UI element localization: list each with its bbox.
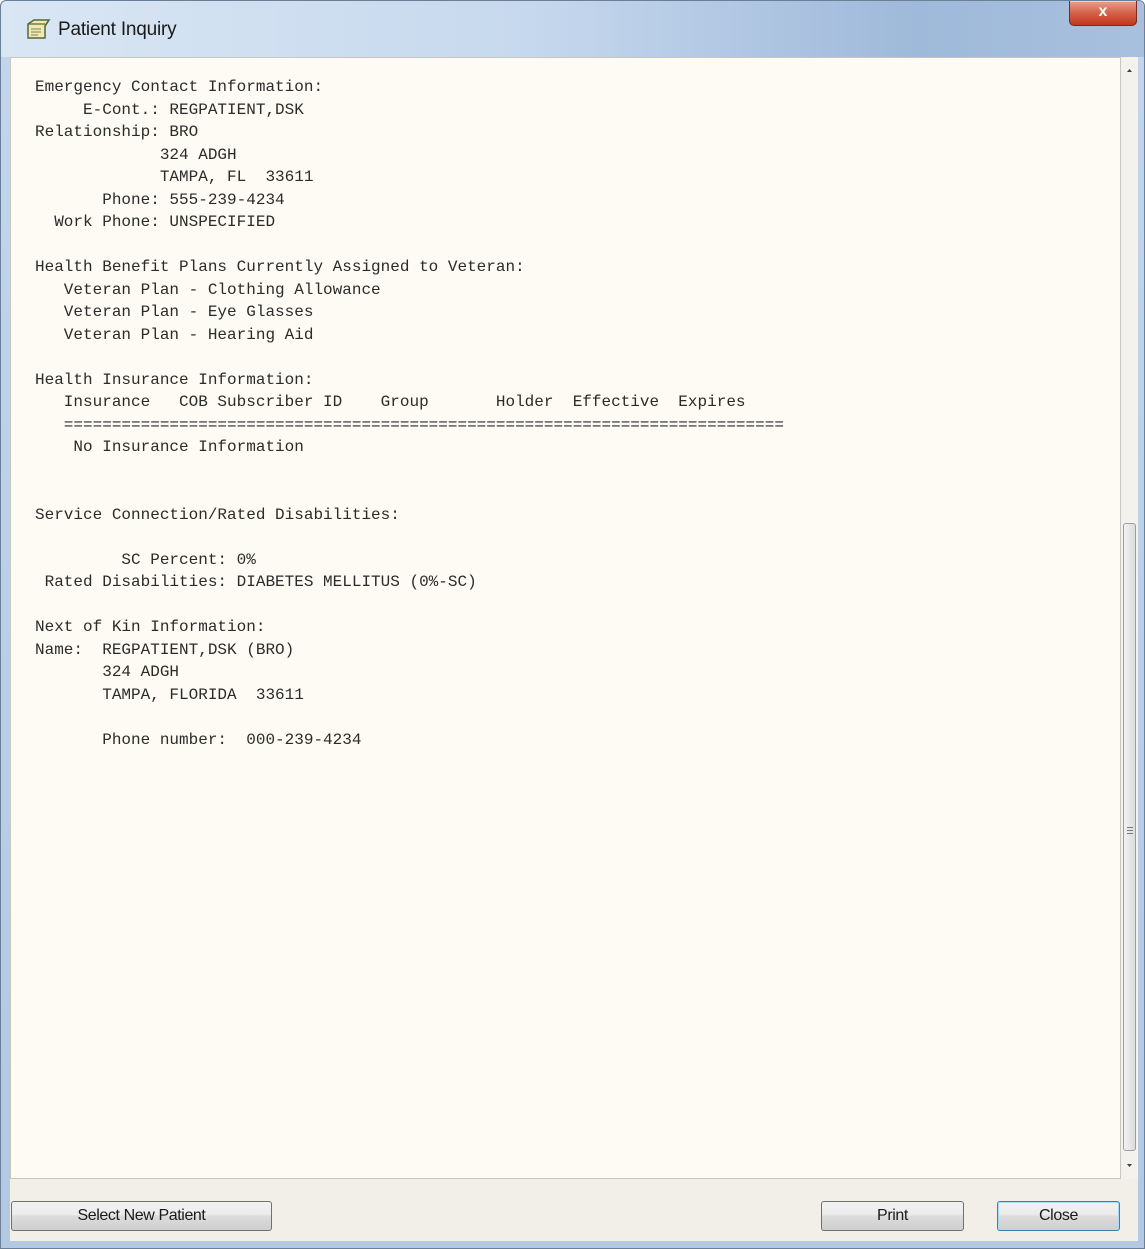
emergency-contact-header: Emergency Contact Information: xyxy=(35,78,324,96)
rated-disabilities: Rated Disabilities: DIABETES MELLITUS (0… xyxy=(35,573,477,591)
title-bar[interactable]: Patient Inquiry x xyxy=(1,1,1144,57)
vertical-scrollbar[interactable] xyxy=(1121,57,1138,1179)
emergency-contact-work-phone: Work Phone: UNSPECIFIED xyxy=(35,213,276,231)
next-of-kin-address-line1: 324 ADGH xyxy=(35,663,180,681)
emergency-contact-address-line1: 324 ADGH xyxy=(35,145,237,164)
next-of-kin-phone: Phone number: 000-239-4234 xyxy=(35,730,362,749)
no-insurance-message: No Insurance Information xyxy=(35,438,304,456)
health-benefit-plans-header: Health Benefit Plans Currently Assigned … xyxy=(35,258,525,276)
service-connection-header: Service Connection/Rated Disabilities: xyxy=(35,505,400,524)
benefit-plan-item: Veteran Plan - Eye Glasses xyxy=(35,303,314,321)
window-close-button[interactable]: x xyxy=(1069,1,1137,26)
benefit-plan-item: Veteran Plan - Clothing Allowance xyxy=(35,280,381,299)
emergency-contact-relationship: Relationship: BRO xyxy=(35,123,199,141)
close-button[interactable]: Close xyxy=(997,1201,1120,1231)
emergency-contact-address-line2: TAMPA, FL 33611 xyxy=(35,168,314,186)
insurance-column-headers: Insurance COB Subscriber ID Group Holder… xyxy=(35,393,746,411)
report-text: Emergency Contact Information: E-Cont.: … xyxy=(11,58,1120,751)
button-bar: Select New Patient Print Close xyxy=(10,1179,1138,1241)
window-title: Patient Inquiry xyxy=(58,19,177,40)
scroll-up-arrow-icon[interactable] xyxy=(1121,65,1138,75)
next-of-kin-header: Next of Kin Information: xyxy=(35,618,266,636)
select-new-patient-button[interactable]: Select New Patient xyxy=(11,1201,272,1231)
next-of-kin-address-line2: TAMPA, FLORIDA 33611 xyxy=(35,685,304,704)
print-button[interactable]: Print xyxy=(821,1201,964,1231)
emergency-contact-name: E-Cont.: REGPATIENT,DSK xyxy=(35,100,304,119)
sc-percent: SC Percent: 0% xyxy=(35,550,256,569)
scroll-grip-icon xyxy=(1127,827,1133,834)
scroll-down-arrow-icon[interactable] xyxy=(1121,1161,1138,1171)
insurance-separator: ========================================… xyxy=(35,415,784,434)
next-of-kin-name: Name: REGPATIENT,DSK (BRO) xyxy=(35,640,295,659)
patient-inquiry-window: Patient Inquiry x Emergency Contact Info… xyxy=(0,0,1145,1249)
report-text-area[interactable]: Emergency Contact Information: E-Cont.: … xyxy=(10,57,1121,1179)
patient-inquiry-icon xyxy=(27,19,51,39)
emergency-contact-phone: Phone: 555-239-4234 xyxy=(35,190,285,209)
scrollbar-thumb[interactable] xyxy=(1123,523,1136,1151)
health-insurance-header: Health Insurance Information: xyxy=(35,370,314,389)
close-icon: x xyxy=(1098,3,1108,20)
client-area: Emergency Contact Information: E-Cont.: … xyxy=(10,57,1138,1241)
benefit-plan-item: Veteran Plan - Hearing Aid xyxy=(35,325,314,344)
